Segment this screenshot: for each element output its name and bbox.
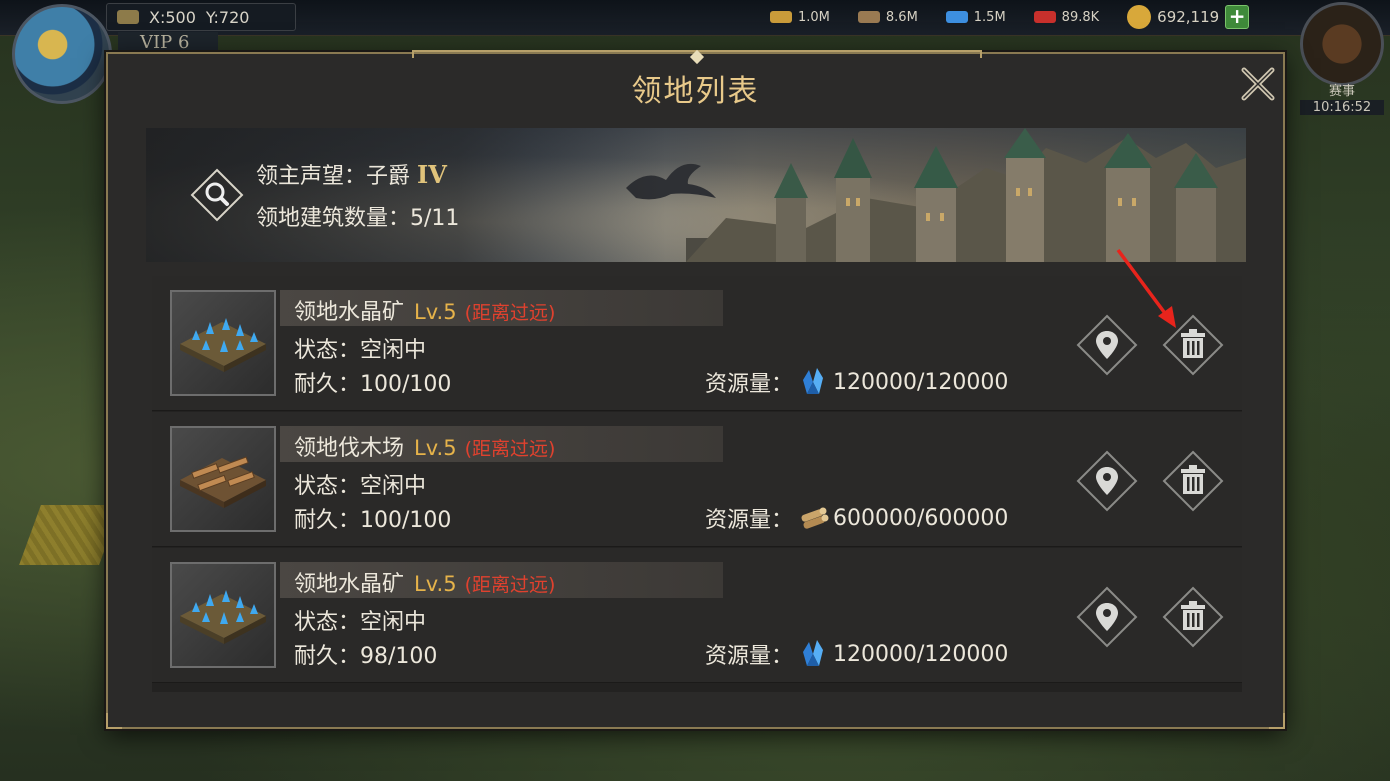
territory-durability: 耐久：98/100 (294, 644, 438, 669)
gold-amount: 692,119 (1157, 8, 1220, 26)
coordinates-display[interactable]: X:500 Y:720 (106, 3, 296, 31)
ruby-icon (1033, 11, 1056, 23)
resource-amount: 120000/120000 (833, 369, 1009, 395)
world-globe-button[interactable] (12, 4, 112, 104)
gold-coin-icon (1127, 5, 1152, 29)
crystal-amount: 1.5M (973, 9, 1006, 25)
wood-icon (801, 507, 829, 529)
territory-level: Lv.5 (414, 300, 457, 324)
wood-amount: 8.6M (885, 9, 918, 25)
territory-name-text: 领地伐木场 (294, 436, 405, 461)
territory-level: Lv.5 (414, 572, 457, 596)
territory-durability: 耐久：100/100 (294, 508, 452, 533)
dialog-corner (106, 713, 122, 729)
close-button[interactable] (1240, 66, 1276, 102)
territory-level: Lv.5 (414, 436, 457, 460)
map-pin-icon (1076, 586, 1138, 648)
trash-icon (1162, 450, 1224, 512)
ruby-amount: 89.8K (1061, 9, 1100, 25)
crystal-icon (803, 368, 824, 394)
castle-illustration (686, 128, 1246, 262)
resource-bar: 1.0M 8.6M 1.5M 89.8K 692,119 + (770, 3, 1250, 31)
territory-name: 领地水晶矿 Lv.5 (距离过远) (294, 294, 555, 326)
delete-button[interactable] (1162, 586, 1224, 648)
map-coordinate-icon (117, 10, 139, 24)
territory-status: 状态：空闲中 (294, 474, 427, 499)
territory-resource: 资源量： 120000/120000 (705, 638, 1008, 670)
resource-amount: 600000/600000 (833, 505, 1009, 531)
territory-list-dialog: 领地列表 领主声望：子爵 IV 领地建筑数量：5/11 领地水晶矿 Lv.5 (… (106, 49, 1285, 729)
territory-status: 状态：空闲中 (294, 610, 427, 635)
crystal-mine-icon (180, 590, 266, 644)
resource-label: 资源量： (705, 508, 794, 533)
territory-name-text: 领地水晶矿 (294, 300, 405, 325)
territory-thumbnail (170, 426, 276, 532)
prestige-rank: IV (417, 160, 447, 189)
territory-thumbnail (170, 290, 276, 396)
close-icon (1241, 67, 1275, 101)
event-trophy-button[interactable] (1300, 2, 1384, 86)
crystal-mine-icon (180, 318, 266, 372)
lumber-mill-icon (180, 456, 266, 508)
food-icon (770, 11, 792, 23)
locate-button[interactable] (1076, 450, 1138, 512)
territory-row[interactable]: 领地水晶矿 Lv.5 (距离过远) 状态：空闲中 耐久：100/100 资源量： 1… (152, 276, 1242, 411)
resource-amount: 120000/120000 (833, 641, 1009, 667)
search-button[interactable] (190, 168, 244, 222)
territory-resource: 资源量： 600000/600000 (705, 502, 1008, 534)
building-count: 领地建筑数量：5/11 (256, 206, 460, 231)
territory-name: 领地伐木场 Lv.5 (距离过远) (294, 430, 555, 462)
resource-food[interactable]: 1.0M (770, 10, 830, 25)
trash-icon (1162, 586, 1224, 648)
lord-info-banner: 领主声望：子爵 IV 领地建筑数量：5/11 (146, 128, 1246, 262)
territory-status: 状态：空闲中 (294, 338, 427, 363)
delete-button[interactable] (1162, 450, 1224, 512)
territory-resource: 资源量： 120000/120000 (705, 366, 1008, 398)
locate-button[interactable] (1076, 586, 1138, 648)
resource-label: 资源量： (705, 372, 794, 397)
territory-list[interactable]: 领地水晶矿 Lv.5 (距离过远) 状态：空闲中 耐久：100/100 资源量： 1… (152, 276, 1242, 692)
crystal-icon (803, 640, 824, 666)
food-amount: 1.0M (798, 9, 830, 25)
territory-thumbnail (170, 562, 276, 668)
resource-gold[interactable]: 692,119 + (1127, 5, 1250, 29)
territory-name-text: 领地水晶矿 (294, 572, 405, 597)
crystal-icon (945, 11, 968, 23)
map-pin-icon (1076, 450, 1138, 512)
coord-x: X:500 (149, 7, 196, 27)
distance-warning: (距离过远) (464, 302, 556, 324)
territory-durability: 耐久：100/100 (294, 372, 452, 397)
territory-row[interactable]: 领地水晶矿 Lv.5 (距离过远) 状态：空闲中 耐久：98/100 资源量： 12… (152, 548, 1242, 683)
annotation-arrow-icon (1116, 248, 1176, 328)
resource-ruby[interactable]: 89.8K (1033, 9, 1100, 25)
dialog-corner (1269, 713, 1285, 729)
territory-row[interactable]: 领地伐木场 Lv.5 (距离过远) 状态：空闲中 耐久：100/100 资源量： 6… (152, 412, 1242, 547)
resource-label: 资源量： (705, 644, 794, 669)
resource-crystal[interactable]: 1.5M (945, 9, 1006, 25)
vip-level-badge[interactable]: VIP 6 (118, 32, 218, 54)
event-countdown: 10:16:52 (1300, 100, 1384, 115)
dialog-title: 领地列表 (631, 74, 760, 109)
event-label: 赛事 (1328, 84, 1355, 99)
resource-wood[interactable]: 8.6M (857, 9, 918, 25)
wood-icon (857, 11, 880, 23)
distance-warning: (距离过远) (464, 574, 556, 596)
prestige-label: 领主声望：子爵 (256, 164, 411, 189)
add-gold-button[interactable]: + (1225, 5, 1250, 29)
territory-name: 领地水晶矿 Lv.5 (距离过远) (294, 566, 555, 598)
search-icon (190, 168, 244, 222)
coord-y: Y:720 (205, 7, 250, 27)
distance-warning: (距离过远) (464, 438, 556, 460)
lord-prestige: 领主声望：子爵 IV (256, 158, 447, 190)
